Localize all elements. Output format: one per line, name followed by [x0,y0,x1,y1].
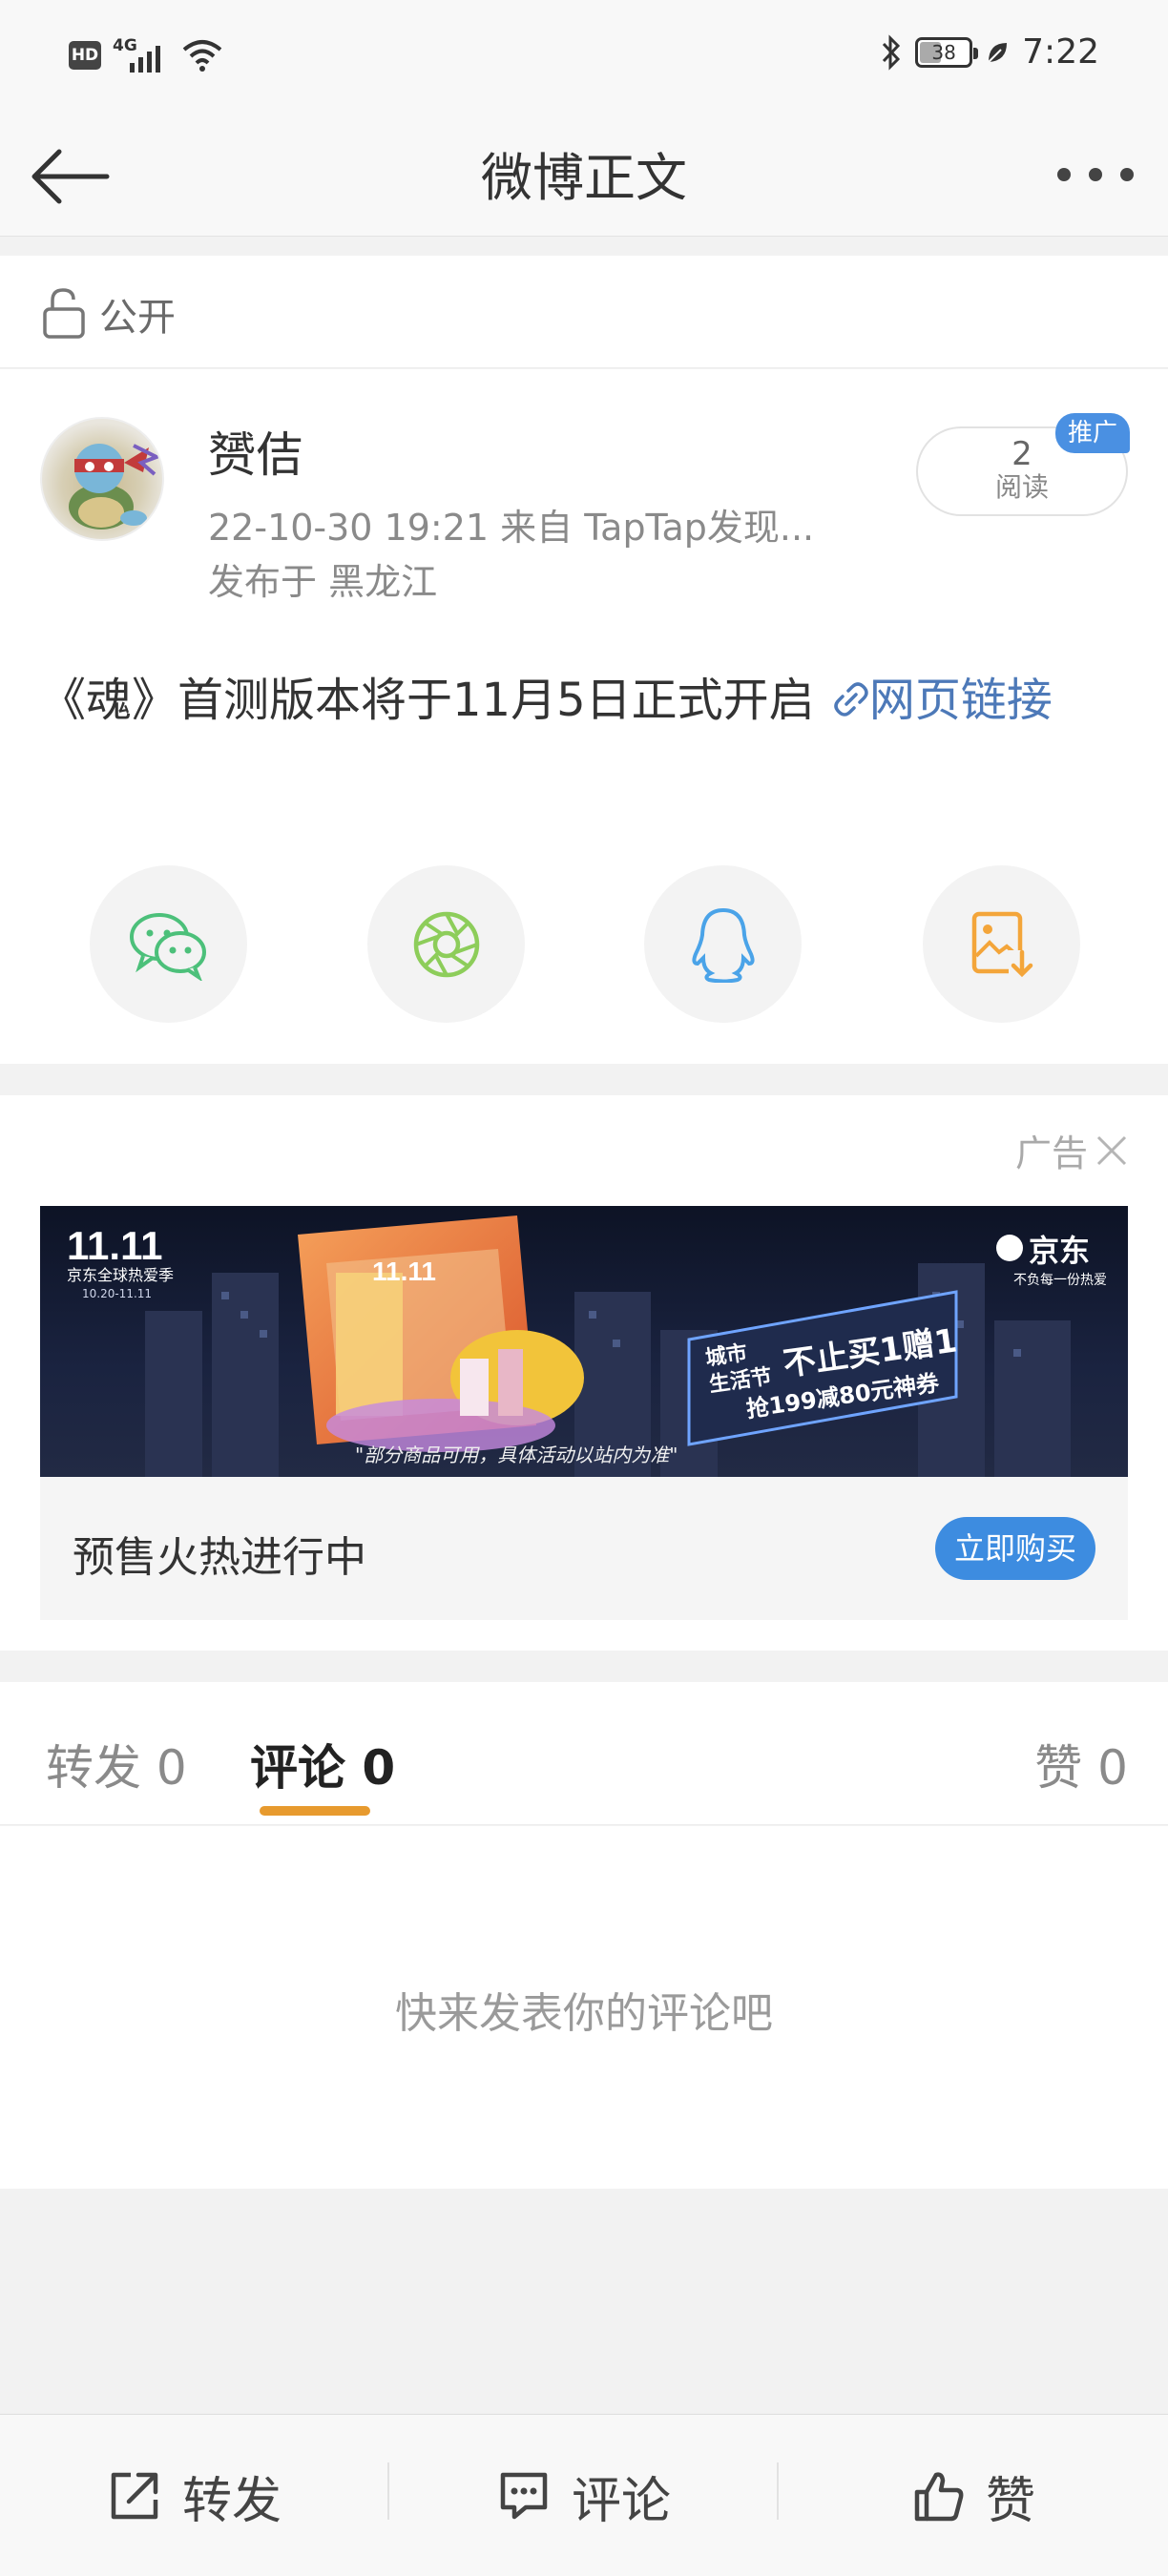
share-wechat-button[interactable] [90,865,247,1023]
save-image-button[interactable] [923,865,1080,1023]
ad-brand: 京东 [1029,1233,1090,1269]
qq-icon [691,907,755,983]
battery-icon: 38 [915,36,979,68]
ad-event-date: 10.20-11.11 [82,1287,152,1300]
ad-caption-bar[interactable]: 预售火热进行中 立即购买 [40,1477,1128,1620]
ad-tag: 广告 [1015,1124,1128,1176]
more-dots-icon[interactable] [1057,151,1134,198]
ad-event-badge: 11.11 [372,1257,436,1286]
promo-badge: 推广 [1055,413,1130,453]
comments-empty-state: 快来发表你的评论吧 [0,1826,1168,2189]
tab-like[interactable]: 赞 0 [1034,1730,1128,1798]
moments-icon [413,911,479,977]
web-link[interactable]: 网页链接 [829,674,1053,727]
close-icon[interactable] [1095,1134,1128,1167]
buy-now-button[interactable]: 立即购买 [935,1517,1095,1580]
ad-event-logo: 11.11 [67,1223,162,1268]
ad-brand-slogan: 不负每一份热爱 [1013,1273,1107,1288]
comment-button[interactable]: 评论 [389,2415,779,2576]
status-left: HD 4G [69,36,223,74]
leaf-icon [988,42,1008,63]
save-image-icon [971,911,1033,979]
unlock-icon [43,288,85,339]
interaction-tabs: 转发 0 评论 0 赞 0 [0,1682,1168,1825]
web-link-label[interactable]: 网页链接 [869,674,1053,727]
visibility-label: 公开 [99,296,176,340]
hd-icon: HD [69,41,101,70]
reads-label: 阅读 [994,471,1049,503]
ad-footnote: "部分商品可用，具体活动以站内为准" [355,1444,678,1466]
status-right: 38 7:22 [881,32,1099,72]
thumbs-up-icon [914,2472,964,2522]
empty-state-text[interactable]: 快来发表你的评论吧 [0,1979,1168,2040]
signal-icon: 4G [113,36,170,74]
like-label: 赞 [985,2472,1035,2530]
share-out-icon [111,2472,158,2520]
bottom-action-bar: 转发 评论 赞 [0,2414,1168,2576]
bluetooth-icon [883,33,901,71]
post-location: 发布于 黑龙江 [208,561,438,603]
like-button[interactable]: 赞 [779,2415,1168,2576]
clock: 7:22 [1022,32,1099,72]
visibility-row: 公开 [0,256,1168,368]
page-title: 微博正文 [481,148,687,208]
tab-comment[interactable]: 评论 0 [250,1730,395,1798]
share-moments-button[interactable] [367,865,525,1023]
post-card: 赟佶 22-10-30 19:21 来自 TapTap发现... 发布于 黑龙江… [0,369,1168,1064]
battery-level: 38 [931,40,956,64]
repost-label: 转发 [181,2472,282,2530]
wifi-icon [182,40,222,72]
share-row [0,865,1168,1023]
comment-icon [500,2472,548,2520]
ad-caption: 预售火热进行中 [73,1533,366,1582]
ad-card[interactable]: 广告 11.11 京东全球热爱季 10.20-11.11 11.11 京东 不负… [0,1095,1168,1651]
post-body: 《魂》首测版本将于11月5日正式开启 [40,674,829,727]
username[interactable]: 赟佶 [208,417,303,486]
active-tab-indicator [260,1806,370,1816]
repost-button[interactable]: 转发 [0,2415,389,2576]
tab-repost[interactable]: 转发 0 [46,1730,187,1798]
post-text: 《魂》首测版本将于11月5日正式开启 网页链接 [40,667,1128,734]
comment-label: 评论 [571,2472,671,2530]
link-icon [834,682,868,717]
ad-banner[interactable]: 11.11 京东全球热爱季 10.20-11.11 11.11 京东 不负每一份… [40,1206,1128,1477]
avatar[interactable] [40,417,164,541]
ad-label: 广告 [1014,1132,1088,1174]
nav-bar: 微博正文 [0,113,1168,237]
status-bar: HD 4G 38 7:22 [0,0,1168,113]
ad-event-sub: 京东全球热爱季 [67,1266,174,1284]
post-meta: 22-10-30 19:21 来自 TapTap发现... [208,507,815,549]
wechat-icon [129,912,206,981]
share-qq-button[interactable] [644,865,802,1023]
ad-banner-art: 11.11 京东全球热爱季 10.20-11.11 11.11 京东 不负每一份… [67,1215,1107,1477]
